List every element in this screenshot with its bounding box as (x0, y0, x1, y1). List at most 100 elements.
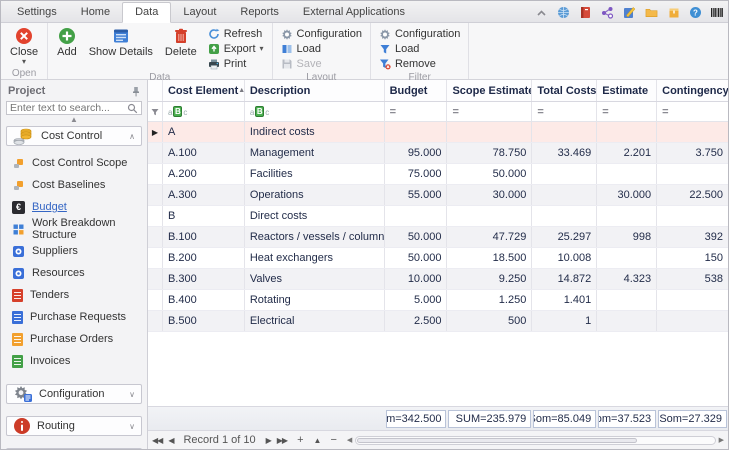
sidebar-item-work-breakdown-structure[interactable]: Work Breakdown Structure (12, 218, 142, 240)
globe-icon[interactable] (557, 6, 570, 19)
filter-cell-description[interactable]: aBc (245, 102, 385, 121)
sidebar-item-invoices[interactable]: Invoices (12, 350, 142, 372)
export-dropdown-caret[interactable]: ▾ (260, 46, 264, 52)
sidebar-group-routing[interactable]: Routing ∨ (6, 416, 142, 436)
barcode-icon[interactable] (711, 6, 724, 19)
table-row[interactable]: A.200 Facilities 75.000 50.000 (148, 164, 728, 185)
last-record-button[interactable]: ▶▶ (277, 436, 287, 445)
grid-header-row: Cost Element ▲ Description Budget Scope … (148, 80, 728, 102)
table-row[interactable]: B Direct costs (148, 206, 728, 227)
chevron-up-icon[interactable]: ∧ (129, 132, 135, 141)
table-row[interactable]: B.300 Valves 10.000 9.250 14.872 4.323 5… (148, 269, 728, 290)
first-record-button[interactable]: ◀◀ (152, 436, 162, 445)
tab-home[interactable]: Home (69, 3, 122, 22)
close-button[interactable]: Close ▾ (5, 25, 43, 67)
delete-label: Delete (165, 46, 197, 58)
column-header-estimate[interactable]: Estimate (597, 80, 657, 101)
ribbon: Close ▾ Open Add Show Details Delete (1, 23, 728, 80)
show-details-button[interactable]: Show Details (84, 25, 158, 60)
table-row[interactable]: A.100 Management 95.000 78.750 33.469 2.… (148, 143, 728, 164)
scrollbar-thumb[interactable] (357, 438, 636, 443)
layout-configuration-button[interactable]: Configuration (277, 26, 366, 41)
table-row[interactable]: B.200 Heat exchangers 50.000 18.500 10.0… (148, 248, 728, 269)
export-button[interactable]: Export ▾ (204, 41, 268, 56)
sidebar-group-configuration[interactable]: Configuration ∨ (6, 384, 142, 404)
tab-layout[interactable]: Layout (171, 3, 228, 22)
sidebar-scroll-up[interactable]: ▲ (6, 115, 142, 124)
tab-data[interactable]: Data (122, 2, 171, 23)
table-row[interactable]: A.300 Operations 55.000 30.000 30.000 22… (148, 185, 728, 206)
record-navigator: ◀◀ ◀ Record 1 of 10 ▶ ▶▶ + ▲ − ◀ ▶ (148, 430, 728, 449)
sidebar-group-label: Configuration (39, 388, 123, 400)
add-button[interactable]: Add (52, 25, 82, 60)
column-header-contingency[interactable]: Contingency (657, 80, 728, 101)
manual-book-icon[interactable] (579, 6, 592, 19)
filter-load-button[interactable]: Load (375, 41, 464, 56)
project-sidebar: Project ▲ Cost Control ∧ Cost Control Sc… (1, 80, 148, 449)
sidebar-item-budget[interactable]: € Budget (12, 196, 142, 218)
filter-cell-scope-estimate[interactable]: = (447, 102, 532, 121)
column-header-description[interactable]: Description (245, 80, 385, 101)
column-header-total-costs[interactable]: Total Costs (532, 80, 597, 101)
scroll-right-icon[interactable]: ▶ (719, 436, 724, 444)
column-header-scope-estimate[interactable]: Scope Estimate (447, 80, 532, 101)
filter-cell-contingency[interactable]: = (657, 102, 728, 121)
folder-icon[interactable] (645, 6, 658, 19)
help-icon[interactable]: ? (689, 6, 702, 19)
scrollbar-track[interactable] (355, 436, 715, 445)
delete-button[interactable]: Delete (160, 25, 202, 60)
tab-settings[interactable]: Settings (5, 3, 69, 22)
horizontal-scrollbar[interactable]: ◀ ▶ (347, 436, 724, 445)
filter-cell-cost-element[interactable]: aBc (163, 102, 245, 121)
sidebar-item-purchase-requests[interactable]: Purchase Requests (12, 306, 142, 328)
close-dropdown-caret[interactable]: ▾ (22, 59, 26, 65)
edit-note-icon[interactable] (623, 6, 636, 19)
refresh-button[interactable]: Refresh (204, 26, 268, 41)
share-nodes-icon[interactable] (601, 6, 614, 19)
sidebar-item-cost-baselines[interactable]: Cost Baselines (12, 174, 142, 196)
filter-cell-estimate[interactable]: = (597, 102, 657, 121)
delete-record-button[interactable]: − (326, 434, 340, 446)
search-input[interactable] (10, 102, 127, 114)
sidebar-item-suppliers[interactable]: Suppliers (12, 240, 142, 262)
sidebar-item-resources[interactable]: Resources (12, 262, 142, 284)
filter-cell-budget[interactable]: = (385, 102, 448, 121)
summary-contingency: Som=27.329 (658, 410, 727, 428)
sidebar-search[interactable] (6, 101, 142, 115)
euro-icon: € (12, 201, 25, 214)
search-icon[interactable] (127, 103, 138, 114)
sidebar-item-cost-control-scope[interactable]: Cost Control Scope (12, 152, 142, 174)
edit-record-button[interactable]: ▲ (314, 436, 321, 445)
table-row[interactable]: B.100 Reactors / vessels / columns 50.00… (148, 227, 728, 248)
sidebar-item-purchase-orders[interactable]: Purchase Orders (12, 328, 142, 350)
filter-configuration-button[interactable]: Configuration (375, 26, 464, 41)
table-row[interactable]: ▶ A Indirect costs (148, 122, 728, 143)
grid-filter-row: aBc aBc = = = = = (148, 102, 728, 122)
chevron-down-icon[interactable]: ∨ (129, 422, 135, 431)
collapse-ribbon-icon[interactable] (535, 6, 548, 19)
pin-icon[interactable] (132, 86, 140, 97)
sidebar-group-cost-control[interactable]: Cost Control ∧ (6, 126, 142, 146)
previous-record-button[interactable]: ◀ (168, 436, 173, 445)
scroll-left-icon[interactable]: ◀ (347, 436, 352, 444)
sidebar-item-tenders[interactable]: Tenders (12, 284, 142, 306)
layout-save-button[interactable]: Save (277, 56, 366, 71)
sidebar-group-overviews[interactable]: Overviews ∨ (6, 448, 142, 449)
gear-square-icon (12, 267, 25, 280)
table-row[interactable]: B.500 Electrical 2.500 500 1 (148, 311, 728, 332)
sidebar-group-label: Cost Control (41, 130, 123, 142)
summary-estimate: Som=37.523 (598, 410, 656, 428)
package-icon[interactable] (667, 6, 680, 19)
column-header-budget[interactable]: Budget (385, 80, 448, 101)
tab-external-applications[interactable]: External Applications (291, 3, 417, 22)
layout-load-button[interactable]: Load (277, 41, 366, 56)
print-button[interactable]: Print (204, 56, 268, 71)
column-header-cost-element[interactable]: Cost Element ▲ (163, 80, 245, 101)
table-row[interactable]: B.400 Rotating 5.000 1.250 1.401 (148, 290, 728, 311)
append-record-button[interactable]: + (293, 434, 307, 446)
filter-cell-total-costs[interactable]: = (532, 102, 597, 121)
tab-reports[interactable]: Reports (228, 3, 291, 22)
next-record-button[interactable]: ▶ (266, 436, 271, 445)
chevron-down-icon[interactable]: ∨ (129, 390, 135, 399)
filter-remove-button[interactable]: Remove (375, 56, 464, 71)
